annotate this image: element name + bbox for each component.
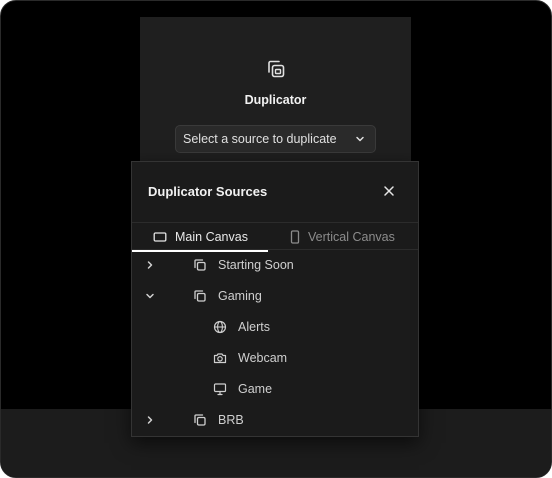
source-select-value: Select a source to duplicate <box>183 132 337 146</box>
tree-item-label: BRB <box>218 413 244 427</box>
tree-item-label: Webcam <box>238 351 288 365</box>
tree-item-label: Gaming <box>218 289 262 303</box>
chevron-down-icon[interactable] <box>145 291 155 301</box>
source-select-dropdown[interactable]: Select a source to duplicate <box>175 125 376 153</box>
tab-label: Vertical Canvas <box>308 229 395 244</box>
landscape-screen-icon <box>153 231 167 242</box>
tab-label: Main Canvas <box>175 229 248 244</box>
portrait-phone-icon <box>290 229 300 244</box>
canvas-tabs: Main Canvas Vertical Canvas <box>132 222 418 252</box>
duplicator-title: Duplicator <box>244 93 307 107</box>
tree-item-gaming[interactable]: Gaming <box>132 281 418 312</box>
duplicate-icon <box>194 259 206 271</box>
tree-item-brb[interactable]: BRB <box>132 405 418 436</box>
tree-item-label: Game <box>238 382 273 396</box>
tree-item-label: Alerts <box>238 320 270 334</box>
tab-vertical-canvas[interactable]: Vertical Canvas <box>268 223 418 250</box>
tab-main-canvas[interactable]: Main Canvas <box>132 223 268 252</box>
tree-item-game[interactable]: Game <box>132 374 418 405</box>
tree-item-label: Starting Soon <box>218 258 294 272</box>
tree-item-alerts[interactable]: Alerts <box>132 312 418 343</box>
chevron-right-icon[interactable] <box>145 415 155 425</box>
monitor-icon <box>213 383 227 396</box>
tree-item-starting-soon[interactable]: Starting Soon <box>132 250 418 281</box>
chevron-down-icon <box>356 136 364 142</box>
tree-item-webcam[interactable]: Webcam <box>132 343 418 374</box>
duplicate-icon <box>194 414 206 426</box>
app-window: Duplicator Select a source to duplicate … <box>0 0 552 478</box>
duplicator-sources-dialog: Duplicator Sources Main Canvas Vertical … <box>131 161 419 437</box>
camera-icon <box>213 353 227 364</box>
chevron-right-icon[interactable] <box>145 260 155 270</box>
dialog-title: Duplicator Sources <box>148 184 268 199</box>
duplicate-icon <box>194 290 206 302</box>
globe-icon <box>213 320 227 334</box>
duplicate-icon <box>268 60 285 78</box>
close-icon[interactable] <box>382 184 396 198</box>
